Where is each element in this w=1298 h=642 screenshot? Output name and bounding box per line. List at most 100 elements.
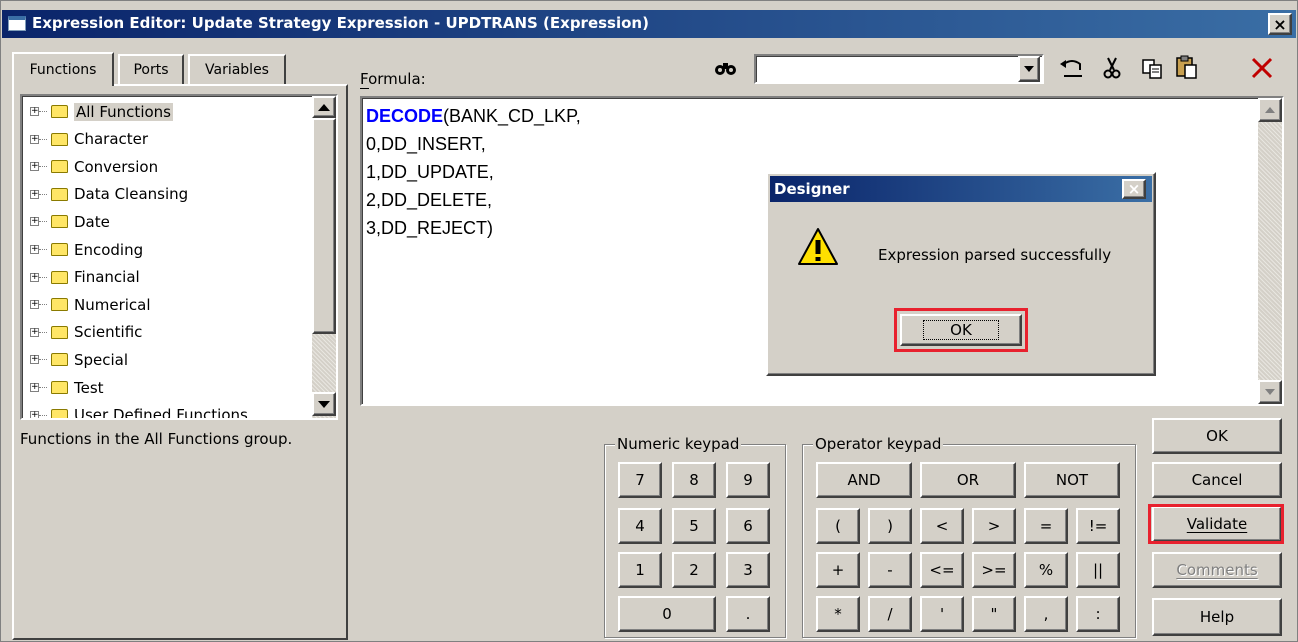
operator-key[interactable]: / xyxy=(868,596,912,632)
tree-connector xyxy=(39,138,47,140)
tree-connector xyxy=(39,304,47,306)
function-description: Functions in the All Functions group. xyxy=(20,430,293,448)
scroll-up-button[interactable] xyxy=(312,96,336,118)
tree-connector xyxy=(39,221,47,223)
operator-key[interactable]: NOT xyxy=(1024,462,1120,498)
expand-icon[interactable]: + xyxy=(30,383,39,392)
tree-item-label: Scientific xyxy=(74,323,143,342)
operator-key[interactable]: >= xyxy=(972,552,1016,588)
operator-key[interactable]: || xyxy=(1076,552,1120,588)
operator-key[interactable]: != xyxy=(1076,508,1120,544)
operator-key[interactable]: = xyxy=(1024,508,1068,544)
help-button[interactable]: Help xyxy=(1152,598,1282,636)
numeric-key[interactable]: 0 xyxy=(618,596,716,632)
formula-label-underline xyxy=(360,88,369,89)
operator-key[interactable]: * xyxy=(816,596,860,632)
tree-item[interactable]: + All Functions xyxy=(30,98,173,125)
tree-item[interactable]: + Numerical xyxy=(30,291,151,318)
expand-icon[interactable]: + xyxy=(30,162,39,172)
operator-key[interactable]: ' xyxy=(920,596,964,632)
scroll-down-button[interactable] xyxy=(312,392,336,416)
search-dropdown-button[interactable] xyxy=(1018,56,1040,82)
expand-icon[interactable]: + xyxy=(30,300,39,310)
tree-item[interactable]: + Test xyxy=(30,374,104,401)
dialog-close-button[interactable]: × xyxy=(1122,179,1146,199)
operator-key[interactable]: , xyxy=(1024,596,1068,632)
numeric-key[interactable]: 1 xyxy=(618,552,662,588)
expand-icon[interactable]: + xyxy=(30,272,39,282)
expand-icon[interactable]: + xyxy=(30,107,39,116)
numeric-key[interactable]: 9 xyxy=(726,462,770,498)
operator-key[interactable]: - xyxy=(868,552,912,588)
tree-item[interactable]: + Conversion xyxy=(30,153,158,180)
tree-scrollbar[interactable] xyxy=(312,96,336,418)
ok-button[interactable]: OK xyxy=(1152,418,1282,454)
numeric-key[interactable]: 4 xyxy=(618,508,662,544)
copy-icon[interactable] xyxy=(1140,56,1164,80)
delete-icon[interactable] xyxy=(1250,56,1274,80)
window-close-button[interactable]: × xyxy=(1268,13,1292,35)
numeric-key[interactable]: 7 xyxy=(618,462,662,498)
cancel-button[interactable]: Cancel xyxy=(1152,462,1282,498)
operator-key[interactable]: ) xyxy=(868,508,912,544)
operator-key[interactable]: : xyxy=(1076,596,1120,632)
operator-key[interactable]: < xyxy=(920,508,964,544)
cancel-button-label: Cancel xyxy=(1191,471,1243,489)
tree-item[interactable]: + Character xyxy=(30,126,148,153)
tab-variables[interactable]: Variables xyxy=(188,54,286,84)
numeric-key[interactable]: 2 xyxy=(672,552,716,588)
expand-icon[interactable]: + xyxy=(30,189,39,199)
tree-connector xyxy=(39,276,47,278)
tree-item-label: Numerical xyxy=(74,295,151,314)
formula-line-1: DECODE(BANK_CD_LKP, xyxy=(366,102,581,130)
operator-key[interactable]: AND xyxy=(816,462,912,498)
tree-item[interactable]: + Date xyxy=(30,208,110,235)
tree-item[interactable]: + Encoding xyxy=(30,236,143,263)
expand-icon[interactable]: + xyxy=(30,410,39,418)
tree-item[interactable]: + Financial xyxy=(30,264,140,291)
tab-functions-label: Functions xyxy=(29,62,97,78)
operator-key[interactable]: + xyxy=(816,552,860,588)
numeric-key[interactable]: 3 xyxy=(726,552,770,588)
cut-icon[interactable] xyxy=(1100,56,1124,80)
chevron-down-icon xyxy=(1024,66,1034,72)
operator-key[interactable]: <= xyxy=(920,552,964,588)
tree-item[interactable]: + Scientific xyxy=(30,319,142,346)
dialog-ok-highlight-box xyxy=(894,308,1028,352)
tab-functions[interactable]: Functions xyxy=(12,52,114,86)
comments-button: Comments xyxy=(1152,552,1282,588)
operator-key[interactable]: % xyxy=(1024,552,1068,588)
expand-icon[interactable]: + xyxy=(30,217,39,227)
tree-connector xyxy=(39,249,47,250)
tree-item[interactable]: + User Defined Functions xyxy=(30,402,248,418)
operator-key[interactable]: > xyxy=(972,508,1016,544)
search-input[interactable] xyxy=(754,54,1044,84)
formula-scroll-up-button[interactable] xyxy=(1258,98,1282,122)
expand-icon[interactable]: + xyxy=(30,355,39,365)
operator-key[interactable]: ( xyxy=(816,508,860,544)
comments-button-label: Comments xyxy=(1176,561,1258,579)
scroll-thumb[interactable] xyxy=(312,118,336,334)
numeric-key[interactable]: 6 xyxy=(726,508,770,544)
tree-item-label: Data Cleansing xyxy=(74,185,189,204)
paste-icon[interactable] xyxy=(1174,54,1200,80)
operator-key[interactable]: OR xyxy=(920,462,1016,498)
undo-icon[interactable] xyxy=(1058,56,1086,80)
formula-scroll-down-button[interactable] xyxy=(1258,380,1282,404)
numeric-key[interactable]: . xyxy=(726,596,770,632)
tree-item[interactable]: + Special xyxy=(30,346,128,373)
formula-scrollbar[interactable] xyxy=(1258,98,1282,404)
operator-key[interactable]: " xyxy=(972,596,1016,632)
numeric-key[interactable]: 8 xyxy=(672,462,716,498)
expand-icon[interactable]: + xyxy=(30,245,39,254)
tree-item[interactable]: + Data Cleansing xyxy=(30,181,188,208)
tab-ports[interactable]: Ports xyxy=(118,54,184,84)
tree-connector xyxy=(39,193,47,195)
window-title-bar: Expression Editor: Update Strategy Expre… xyxy=(2,10,1296,38)
find-icon[interactable] xyxy=(714,58,738,78)
expand-icon[interactable]: + xyxy=(30,134,39,144)
function-tree[interactable]: + All Functions + Character + Conversion + Data… xyxy=(20,94,338,420)
folder-icon xyxy=(51,187,68,201)
expand-icon[interactable]: + xyxy=(30,327,39,337)
numeric-key[interactable]: 5 xyxy=(672,508,716,544)
